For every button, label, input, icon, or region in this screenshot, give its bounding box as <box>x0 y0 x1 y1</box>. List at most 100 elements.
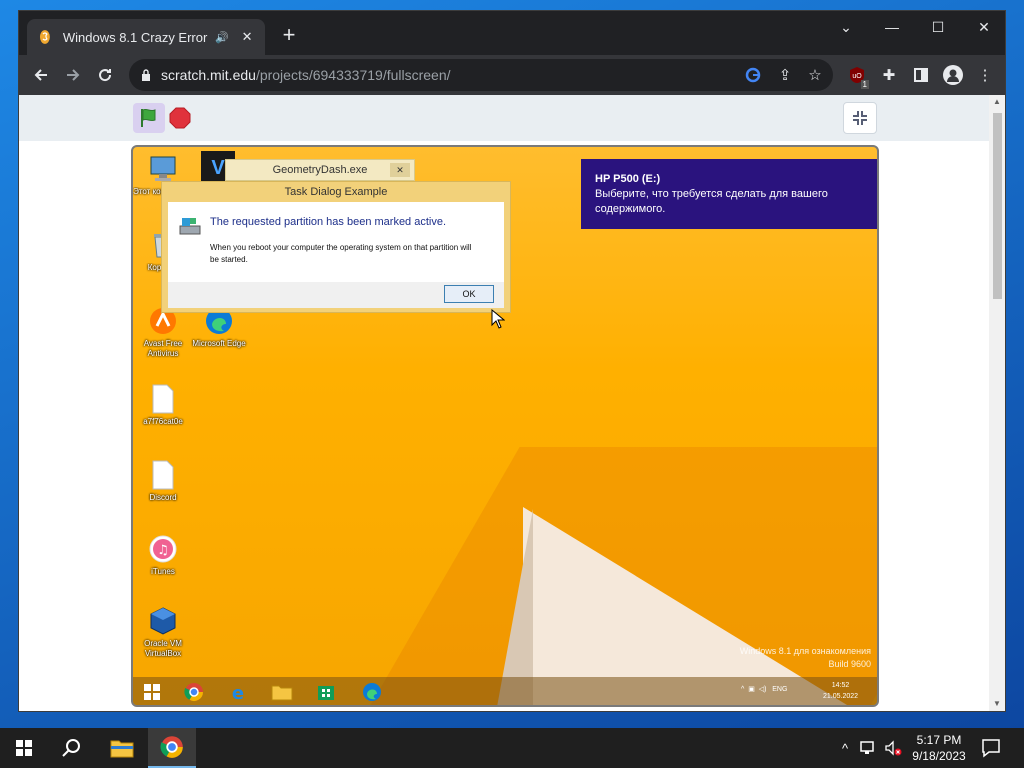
exit-fullscreen-button[interactable] <box>843 102 877 134</box>
url-host: scratch.mit.edu <box>161 67 256 83</box>
win81-start-button[interactable] <box>139 680 165 704</box>
search-button[interactable] <box>48 728 96 768</box>
folder-icon <box>110 740 134 758</box>
dialog-content-text: When you reboot your computer the operat… <box>210 243 472 264</box>
tray-chevron-icon[interactable]: ^ <box>741 686 744 693</box>
menu-kebab-icon[interactable]: ⋮ <box>975 65 995 85</box>
dialog-main-instruction: The requested partition has been marked … <box>210 216 447 228</box>
forward-button[interactable] <box>59 61 87 89</box>
win81-clock[interactable]: 14:52 21.05.2022 <box>823 680 858 702</box>
win81-chrome-button[interactable] <box>181 680 207 704</box>
chrome-taskbar-button[interactable] <box>148 728 196 768</box>
ublock-icon[interactable]: uO 1 <box>847 65 869 89</box>
chrome-icon <box>184 683 203 702</box>
dialog-body: The requested partition has been marked … <box>168 202 504 282</box>
url-path: /projects/694333719/fullscreen/ <box>255 67 451 83</box>
ok-button[interactable]: OK <box>444 285 494 303</box>
system-clock[interactable]: 5:17 PM 9/18/2023 <box>906 732 972 764</box>
drive-icon <box>179 218 201 235</box>
language-indicator[interactable]: ENG <box>772 686 787 693</box>
itunes-icon: ♫ <box>147 533 179 565</box>
scroll-down-arrow-icon[interactable]: ▼ <box>992 699 1002 708</box>
extensions-puzzle-icon[interactable]: ✚ <box>879 65 899 85</box>
virtualbox-icon <box>147 605 179 637</box>
back-arrow-icon <box>34 69 47 81</box>
page-viewport: Этот компьютер V Корзина Avast Free Anti… <box>19 95 1005 711</box>
volume-muted-icon[interactable] <box>884 739 902 757</box>
reload-icon <box>99 69 112 82</box>
ublock-badge: 1 <box>860 80 869 89</box>
start-button[interactable] <box>0 728 48 768</box>
maximize-button[interactable]: ☐ <box>915 11 961 43</box>
new-tab-button[interactable]: + <box>277 24 301 48</box>
geometrydash-close-button[interactable]: ✕ <box>390 163 410 177</box>
win81-explorer-button[interactable] <box>269 680 295 704</box>
store-icon <box>318 686 334 700</box>
close-window-button[interactable]: ✕ <box>961 11 1007 43</box>
svg-text:uO: uO <box>852 73 862 80</box>
windows-logo-icon <box>16 740 32 756</box>
green-flag-button[interactable] <box>133 103 165 133</box>
share-icon[interactable]: ⇪ <box>775 65 795 85</box>
green-flag-icon <box>141 108 156 127</box>
tray-chevron-icon[interactable]: ^ <box>836 739 854 757</box>
tab-close-button[interactable]: ✕ <box>239 29 255 45</box>
browser-tab[interactable]: Windows 8.1 Crazy Error Ma 🔊 ✕ <box>27 19 265 55</box>
action-center-icon[interactable] <box>980 737 1002 759</box>
scrollbar-thumb[interactable] <box>993 113 1002 299</box>
mouse-cursor-icon <box>491 309 505 329</box>
clock-time: 5:17 PM <box>916 733 962 747</box>
win81-tray: ^ ▣ ◁) ENG <box>741 685 787 693</box>
browser-toolbar: scratch.mit.edu /projects/694333719/full… <box>19 55 1005 95</box>
side-panel-icon[interactable] <box>911 65 931 85</box>
desktop-icon-virtualbox[interactable]: Oracle VM VirtualBox <box>133 605 193 659</box>
network-icon[interactable] <box>860 739 878 757</box>
address-bar[interactable]: scratch.mit.edu /projects/694333719/full… <box>129 59 833 91</box>
notification-title: HP P500 (E:) <box>595 173 661 185</box>
task-dialog: Task Dialog Example The requested partit… <box>161 181 511 313</box>
file-explorer-button[interactable] <box>98 728 146 768</box>
scratch-stage[interactable]: Этот компьютер V Корзина Avast Free Anti… <box>131 145 879 707</box>
edge-icon <box>363 683 381 701</box>
page-scrollbar[interactable]: ▲ ▼ <box>989 95 1005 711</box>
tab-search-button[interactable]: ⌄ <box>823 11 869 43</box>
desktop-icon-itunes[interactable]: ♫ iTunes <box>133 533 193 577</box>
clock-date: 9/18/2023 <box>912 749 966 763</box>
autoplay-notification[interactable]: HP P500 (E:) Выберите, что требуется сде… <box>581 159 877 229</box>
speaker-icon[interactable]: 🔊 <box>215 31 229 44</box>
dialog-footer: OK <box>168 282 504 308</box>
notification-text: Выберите, что требуется сделать для ваше… <box>595 188 828 215</box>
reload-button[interactable] <box>91 61 119 89</box>
host-taskbar: ^ 5:17 PM 9/18/2023 <box>0 728 1024 768</box>
google-icon[interactable] <box>743 65 763 85</box>
chrome-window: Windows 8.1 Crazy Error Ma 🔊 ✕ + ⌄ — ☐ ✕… <box>18 10 1006 712</box>
volume-icon[interactable]: ◁) <box>759 686 767 693</box>
desktop-icon-avast[interactable]: Avast Free Antivirus <box>133 305 193 359</box>
desktop-icon-discord[interactable]: Discord <box>133 459 193 503</box>
back-button[interactable] <box>27 61 55 89</box>
windows-logo-icon <box>144 684 160 700</box>
win81-store-button[interactable] <box>313 680 339 704</box>
dialog-title: Task Dialog Example <box>284 186 388 198</box>
bookmark-star-icon[interactable]: ☆ <box>805 65 825 85</box>
evaluation-watermark: Windows 8.1 для ознакомления Build 9600 <box>739 646 871 669</box>
geometrydash-window-title[interactable]: GeometryDash.exe ✕ <box>225 159 415 181</box>
forward-arrow-icon <box>67 69 80 81</box>
tab-strip: Windows 8.1 Crazy Error Ma 🔊 ✕ + ⌄ — ☐ ✕ <box>19 11 1005 55</box>
internet-explorer-icon: e <box>232 683 244 702</box>
tab-title: Windows 8.1 Crazy Error Ma <box>62 29 211 45</box>
chrome-icon <box>160 736 183 758</box>
stop-button[interactable] <box>169 107 191 129</box>
win81-ie-button[interactable]: e <box>225 680 251 704</box>
desktop-icon-file-1[interactable]: a7f76cat0e <box>133 383 193 427</box>
scroll-up-arrow-icon[interactable]: ▲ <box>992 97 1002 106</box>
network-icon[interactable]: ▣ <box>748 686 755 693</box>
collapse-icon <box>853 111 867 125</box>
win81-edge-button[interactable] <box>359 680 385 704</box>
profile-avatar-icon[interactable] <box>943 65 963 85</box>
scratch-favicon-icon <box>39 30 50 44</box>
file-icon <box>147 459 179 491</box>
minimize-button[interactable]: — <box>869 11 915 43</box>
svg-text:♫: ♫ <box>157 543 169 558</box>
win81-taskbar: e ^ ▣ ◁) ENG 14:52 21.05.2022 <box>133 677 877 705</box>
